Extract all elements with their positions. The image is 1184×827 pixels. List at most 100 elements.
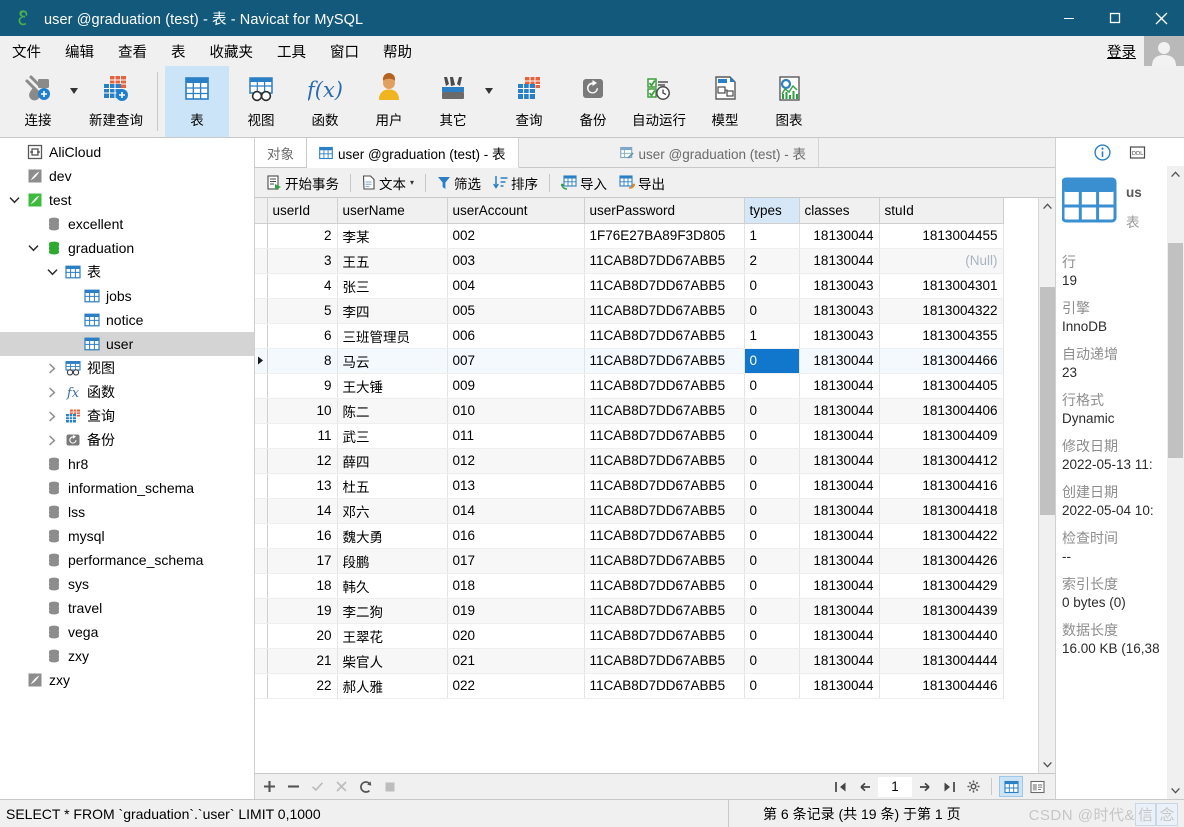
tree-node-[interactable]: 查询 xyxy=(0,404,254,428)
cell-userPassword[interactable]: 11CAB8D7DD67ABB5 xyxy=(584,573,745,599)
table-row[interactable]: 4 张三 004 11CAB8D7DD67ABB5 0 18130043 181300430… xyxy=(255,273,1004,299)
cell-userId[interactable]: 4 xyxy=(267,273,338,299)
cell-classes[interactable]: 18130043 xyxy=(799,273,880,299)
cell-stuId[interactable]: 1813004455 xyxy=(879,223,1004,249)
cell-types[interactable]: 2 xyxy=(744,248,800,274)
prev-page-icon[interactable] xyxy=(854,777,876,797)
chevron-right-icon[interactable] xyxy=(42,410,62,422)
cell-userAccount[interactable]: 017 xyxy=(447,548,585,574)
cell-types[interactable]: 0 xyxy=(744,598,800,624)
menu-view[interactable]: 查看 xyxy=(106,38,159,65)
info-scrollbar-thumb[interactable] xyxy=(1168,243,1183,458)
last-page-icon[interactable] xyxy=(938,777,960,797)
cell-stuId[interactable]: 1813004426 xyxy=(879,548,1004,574)
menu-tools[interactable]: 工具 xyxy=(265,38,318,65)
ribbon-automation[interactable]: 自动运行 xyxy=(625,66,693,137)
tree-node-excellent[interactable]: excellent xyxy=(0,212,254,236)
cell-stuId[interactable]: 1813004444 xyxy=(879,648,1004,674)
cell-stuId[interactable]: 1813004416 xyxy=(879,473,1004,499)
cell-userName[interactable]: 武三 xyxy=(337,423,448,449)
cell-stuId[interactable]: 1813004466 xyxy=(879,348,1004,374)
cell-userName[interactable]: 柴官人 xyxy=(337,648,448,674)
ribbon-connection[interactable]: 连接 xyxy=(6,66,70,137)
cell-stuId[interactable]: 1813004405 xyxy=(879,373,1004,399)
chevron-down-icon[interactable] xyxy=(4,196,24,204)
first-page-icon[interactable] xyxy=(830,777,852,797)
cell-userName[interactable]: 韩久 xyxy=(337,573,448,599)
menu-help[interactable]: 帮助 xyxy=(371,38,424,65)
cell-userPassword[interactable]: 11CAB8D7DD67ABB5 xyxy=(584,373,745,399)
tree-node-user[interactable]: user xyxy=(0,332,254,356)
cell-types[interactable]: 0 xyxy=(744,298,800,324)
cell-stuId[interactable]: 1813004406 xyxy=(879,398,1004,424)
cell-userAccount[interactable]: 022 xyxy=(447,673,585,699)
table-row[interactable]: 2 李某 002 1F76E27BA89F3D805 1 18130044 18130044… xyxy=(255,223,1004,249)
cell-userPassword[interactable]: 11CAB8D7DD67ABB5 xyxy=(584,623,745,649)
cell-stuId[interactable]: 1813004409 xyxy=(879,423,1004,449)
tree-node-zxy[interactable]: zxy xyxy=(0,668,254,692)
table-row[interactable]: 21 柴官人 021 11CAB8D7DD67ABB5 0 18130044 1813004… xyxy=(255,648,1004,674)
cell-classes[interactable]: 18130044 xyxy=(799,498,880,524)
cell-classes[interactable]: 18130044 xyxy=(799,573,880,599)
table-row[interactable]: 12 薛四 012 11CAB8D7DD67ABB5 0 18130044 18130044… xyxy=(255,448,1004,474)
cell-classes[interactable]: 18130044 xyxy=(799,548,880,574)
chevron-down-icon[interactable] xyxy=(42,268,62,276)
tree-node-performance_schema[interactable]: performance_schema xyxy=(0,548,254,572)
menu-window[interactable]: 窗口 xyxy=(318,38,371,65)
cell-userPassword[interactable]: 11CAB8D7DD67ABB5 xyxy=(584,548,745,574)
tab-data-user[interactable]: user @graduation (test) - 表 xyxy=(307,138,519,168)
cell-stuId[interactable]: 1813004422 xyxy=(879,523,1004,549)
tree-node-information_schema[interactable]: information_schema xyxy=(0,476,254,500)
cell-userName[interactable]: 王五 xyxy=(337,248,448,274)
cell-userAccount[interactable]: 003 xyxy=(447,248,585,274)
export-button[interactable]: 导出 xyxy=(613,171,671,195)
cell-classes[interactable]: 18130044 xyxy=(799,473,880,499)
cell-userAccount[interactable]: 006 xyxy=(447,323,585,349)
navigation-tree[interactable]: AliCloud dev test excellent graduation 表 jobs n… xyxy=(0,138,255,799)
cell-stuId[interactable]: 1813004418 xyxy=(879,498,1004,524)
cell-stuId[interactable]: 1813004440 xyxy=(879,623,1004,649)
tree-node-[interactable]: 视图 xyxy=(0,356,254,380)
cell-types[interactable]: 0 xyxy=(744,373,800,399)
chevron-right-icon[interactable] xyxy=(42,386,62,398)
table-row[interactable]: 8 马云 007 11CAB8D7DD67ABB5 0 18130044 181300446… xyxy=(255,348,1004,374)
menu-file[interactable]: 文件 xyxy=(0,38,53,65)
chevron-down-icon[interactable] xyxy=(23,244,43,252)
cell-userId[interactable]: 12 xyxy=(267,448,338,474)
info-circle-icon[interactable] xyxy=(1094,143,1111,161)
table-row[interactable]: 19 李二狗 019 11CAB8D7DD67ABB5 0 18130044 1813004… xyxy=(255,598,1004,624)
cell-userAccount[interactable]: 011 xyxy=(447,423,585,449)
gear-icon[interactable] xyxy=(962,777,984,797)
cell-userAccount[interactable]: 012 xyxy=(447,448,585,474)
tree-node-sys[interactable]: sys xyxy=(0,572,254,596)
cell-types[interactable]: 0 xyxy=(744,473,800,499)
cell-userPassword[interactable]: 11CAB8D7DD67ABB5 xyxy=(584,423,745,449)
ribbon-function[interactable]: f(x) 函数 xyxy=(293,66,357,137)
cell-userAccount[interactable]: 020 xyxy=(447,623,585,649)
ribbon-chart[interactable]: 图表 xyxy=(757,66,821,137)
text-button[interactable]: 文本 ▾ xyxy=(356,171,420,195)
cell-userPassword[interactable]: 11CAB8D7DD67ABB5 xyxy=(584,673,745,699)
cell-userId[interactable]: 22 xyxy=(267,673,338,699)
cell-stuId[interactable]: 1813004412 xyxy=(879,448,1004,474)
cell-userAccount[interactable]: 014 xyxy=(447,498,585,524)
cell-userPassword[interactable]: 11CAB8D7DD67ABB5 xyxy=(584,323,745,349)
ribbon-query[interactable]: 查询 xyxy=(497,66,561,137)
cell-userId[interactable]: 3 xyxy=(267,248,338,274)
cell-userName[interactable]: 杜五 xyxy=(337,473,448,499)
cell-userPassword[interactable]: 11CAB8D7DD67ABB5 xyxy=(584,648,745,674)
cell-stuId[interactable]: 1813004355 xyxy=(879,323,1004,349)
cell-classes[interactable]: 18130044 xyxy=(799,398,880,424)
cell-userId[interactable]: 2 xyxy=(267,223,338,249)
cell-types[interactable]: 0 xyxy=(744,423,800,449)
cell-userPassword[interactable]: 11CAB8D7DD67ABB5 xyxy=(584,498,745,524)
cell-classes[interactable]: 18130044 xyxy=(799,523,880,549)
cell-stuId[interactable]: 1813004322 xyxy=(879,298,1004,324)
form-view-icon[interactable] xyxy=(1025,776,1049,797)
cell-classes[interactable]: 18130043 xyxy=(799,323,880,349)
cell-types[interactable]: 0 xyxy=(744,448,800,474)
cell-userPassword[interactable]: 11CAB8D7DD67ABB5 xyxy=(584,598,745,624)
tree-node-jobs[interactable]: jobs xyxy=(0,284,254,308)
cell-userAccount[interactable]: 002 xyxy=(447,223,585,249)
cell-types[interactable]: 0 xyxy=(744,673,800,699)
